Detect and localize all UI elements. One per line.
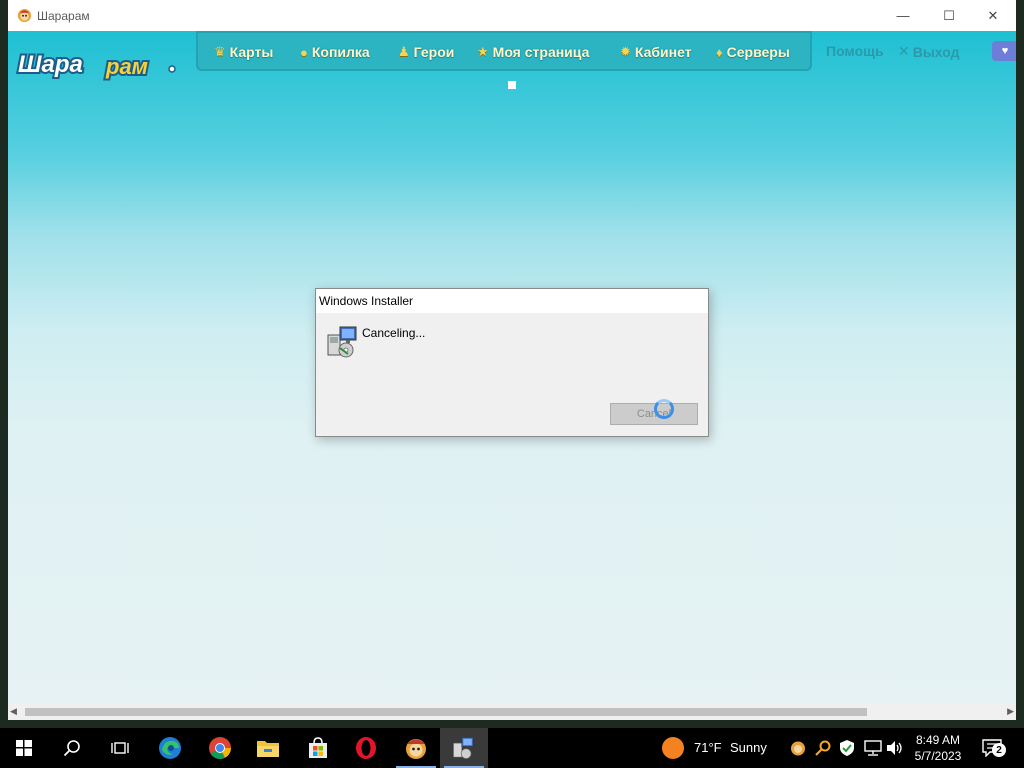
exit-label: Выход (912, 43, 960, 60)
notification-count-badge: 2 (992, 743, 1006, 757)
taskbar-app-store[interactable] (294, 728, 342, 768)
nav-item-label: Герои (413, 44, 455, 60)
app-icon (17, 8, 32, 23)
nav-item-heroes[interactable]: ♟ Герои (398, 42, 454, 62)
close-button[interactable]: ✕ (970, 0, 1016, 31)
minimize-button[interactable]: — (880, 0, 926, 31)
close-icon: ✕ (898, 43, 910, 59)
close-icon: ✕ (987, 7, 999, 23)
task-view-icon (111, 742, 129, 754)
dialog-message: Canceling... (362, 326, 426, 340)
maximize-icon: ☐ (943, 7, 955, 23)
shararam-tray-icon[interactable] (790, 740, 806, 756)
windows-logo-icon (16, 740, 32, 756)
svg-text:Шара: Шара (18, 51, 83, 78)
logo-text: Шара рам (16, 49, 176, 81)
hero-icon: ♟ (398, 44, 410, 59)
nav-item-label: Моя страница (492, 44, 590, 60)
piggy-bank-icon: ● (300, 44, 308, 60)
taskbar-app-explorer[interactable] (244, 728, 292, 768)
nav-item-piggy-bank[interactable]: ● Копилка (300, 42, 370, 62)
weather-temperature[interactable]: 71°F (694, 740, 722, 755)
folder-icon (257, 741, 279, 757)
taskbar-app-installer[interactable] (440, 728, 488, 768)
nav-item-label: Серверы (726, 44, 790, 60)
minimize-icon: — (896, 8, 910, 23)
nav-item-label: Карты (229, 44, 274, 60)
system-clock[interactable]: 8:49 AM 5/7/2023 (908, 732, 968, 764)
title-bar[interactable]: Шарарам — ☐ ✕ (8, 0, 1016, 31)
window-title: Шарарам (37, 9, 90, 23)
scroll-right-icon[interactable]: ▶ (1007, 706, 1014, 717)
installer-dialog: Windows Installer Canceling... Cancel (315, 288, 709, 437)
weather-condition[interactable]: Sunny (730, 740, 767, 755)
main-nav: ♛ Карты ● Копилка ♟ Герои ★ Моя страница… (196, 31, 812, 71)
nav-item-label: Кабинет (634, 44, 692, 60)
search-button[interactable] (48, 728, 96, 768)
busy-spinner-icon (654, 399, 674, 419)
exit-link[interactable]: ✕ Выход (898, 43, 960, 60)
nav-item-label: Копилка (311, 44, 370, 60)
scrollbar-thumb[interactable] (25, 708, 867, 716)
star-icon: ★ (477, 44, 489, 59)
start-button[interactable] (0, 728, 48, 768)
installer-icon (327, 326, 357, 358)
task-view-button[interactable] (96, 728, 144, 768)
help-label: Помощь (826, 43, 884, 59)
map-pin-icon: ♦ (716, 44, 723, 60)
shararam-app-icon (406, 739, 426, 759)
favorite-button[interactable]: ♥ (992, 41, 1016, 61)
dialog-title: Windows Installer (319, 294, 414, 308)
taskbar: 71°F Sunny 8:49 AM 5/7/2023 2 (0, 728, 1024, 768)
taskbar-app-opera[interactable] (342, 728, 390, 768)
store-bag-icon (309, 737, 327, 758)
weather-sun-icon[interactable] (662, 737, 684, 759)
opera-browser-icon (356, 737, 376, 759)
edge-browser-icon (159, 737, 181, 759)
nav-item-servers[interactable]: ♦ Серверы (716, 42, 790, 62)
nav-item-my-page[interactable]: ★ Моя страница (477, 42, 589, 62)
taskbar-app-shararam[interactable] (392, 728, 440, 768)
key-tray-icon[interactable] (815, 740, 831, 756)
crown-icon: ♛ (214, 44, 226, 59)
scroll-left-icon[interactable]: ◀ (10, 706, 17, 717)
site-logo[interactable]: Шара рам (12, 39, 178, 83)
heart-icon: ♥ (1001, 45, 1009, 57)
volume-icon[interactable] (886, 740, 904, 756)
dialog-title-bar[interactable]: Windows Installer (316, 289, 708, 313)
svg-text:рам: рам (105, 54, 148, 79)
chrome-browser-icon (209, 737, 231, 759)
installer-icon (453, 737, 474, 759)
clock-time: 8:49 AM (915, 733, 961, 747)
clock-date: 5/7/2023 (914, 749, 962, 763)
security-shield-icon[interactable] (840, 740, 854, 756)
gear-icon: ✹ (620, 44, 631, 59)
search-icon (63, 740, 80, 757)
network-icon[interactable] (864, 740, 882, 756)
help-link[interactable]: Помощь (826, 43, 884, 59)
nav-item-cabinet[interactable]: ✹ Кабинет (620, 42, 692, 62)
nav-item-maps[interactable]: ♛ Карты (214, 42, 273, 62)
maximize-button[interactable]: ☐ (926, 0, 972, 31)
horizontal-scrollbar[interactable]: ◀ ▶ (8, 704, 1016, 720)
loading-indicator (508, 81, 516, 89)
taskbar-app-chrome[interactable] (196, 728, 244, 768)
taskbar-app-edge[interactable] (146, 728, 194, 768)
